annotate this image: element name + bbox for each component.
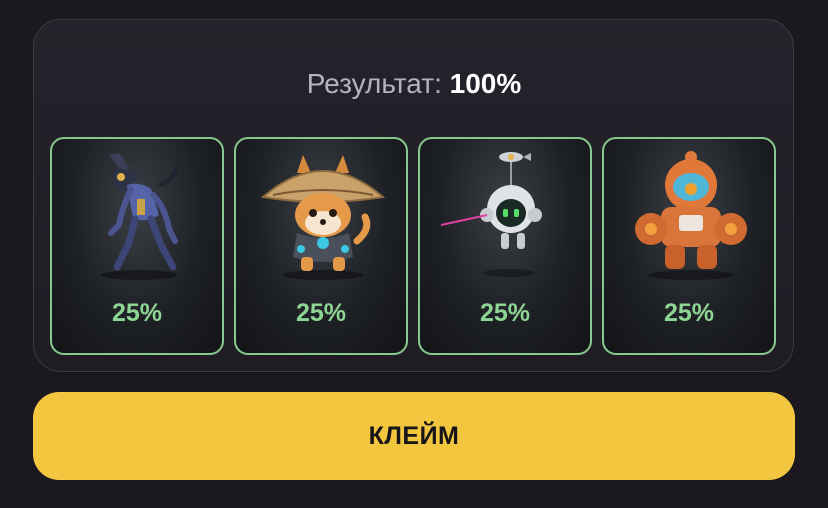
reward-card-4[interactable]: 25% (602, 137, 776, 355)
shiba-samurai-icon (260, 155, 386, 280)
card-percent: 25% (663, 299, 715, 327)
claim-button[interactable]: КЛЕЙМ (33, 392, 795, 480)
reward-card-3[interactable]: 25% (418, 137, 592, 355)
reward-card-1[interactable]: 25% (50, 137, 224, 355)
result-value: 100% (449, 68, 522, 99)
mech-astronaut-icon (635, 151, 747, 280)
card-percent: 25% (479, 299, 531, 327)
result-summary: Результат: 100% (0, 66, 828, 102)
card-percent: 25% (111, 299, 163, 327)
reward-card-2[interactable]: 25% (234, 137, 408, 355)
card-percent: 25% (295, 299, 347, 327)
result-label: Результат: (306, 68, 442, 99)
robot-werewolf-icon (101, 153, 179, 280)
drone-robot-icon (440, 152, 542, 277)
